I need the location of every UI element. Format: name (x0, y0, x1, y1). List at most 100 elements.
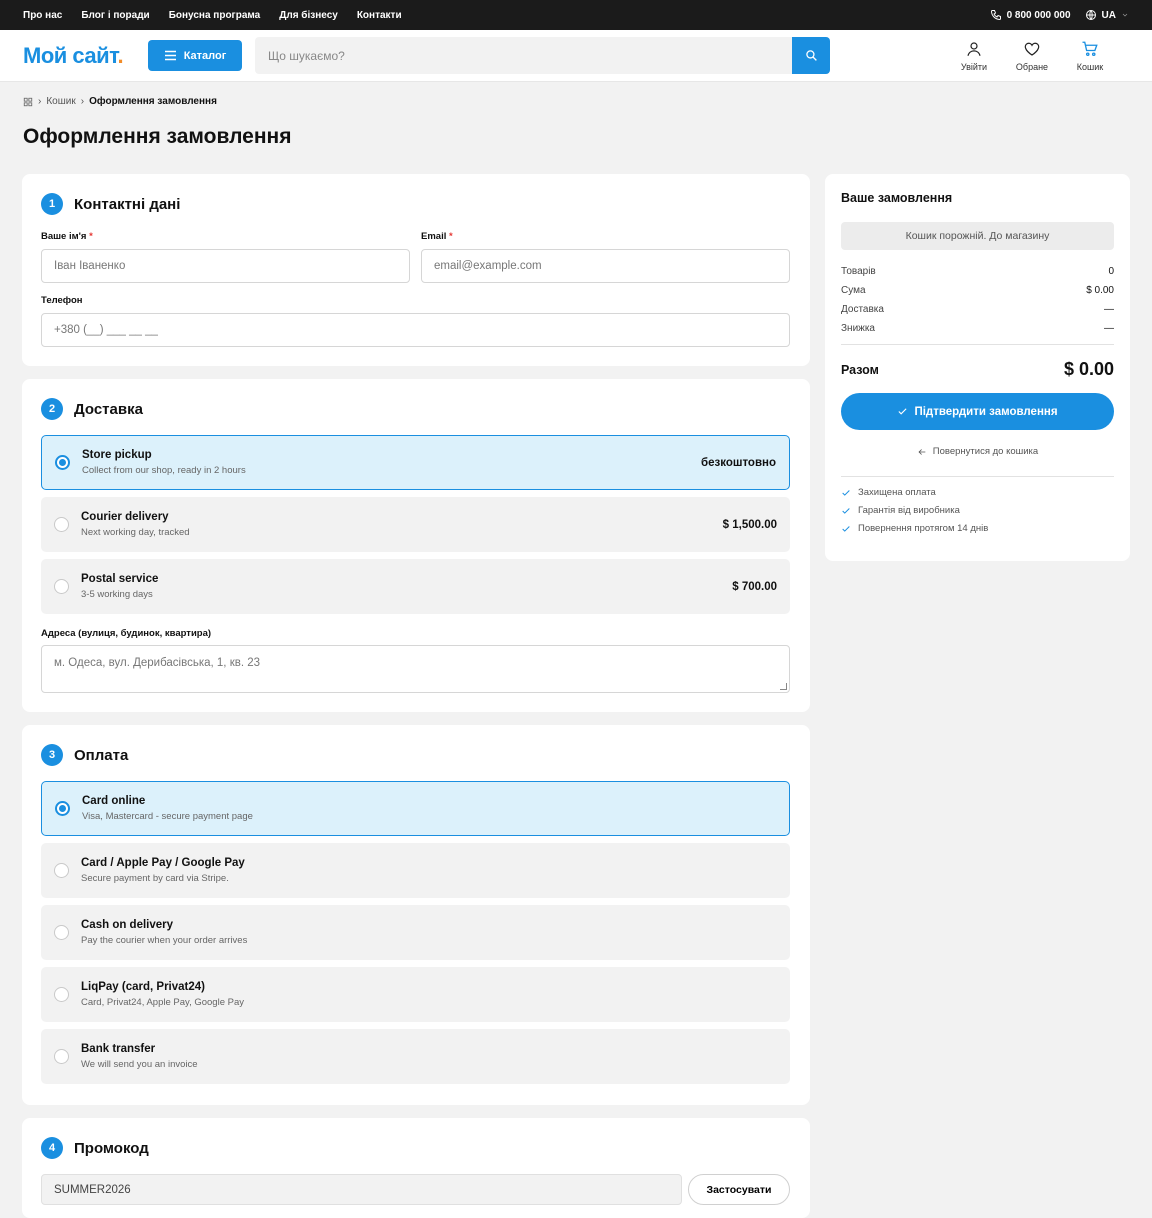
cart-label: Кошик (1076, 61, 1104, 72)
email-label: Email * (421, 231, 453, 242)
top-links: Про нас Блог і поради Бонусна програма Д… (23, 10, 402, 21)
option-subtitle: We will send you an invoice (81, 1059, 198, 1070)
empty-cart-link[interactable]: Кошик порожній. До магазину (841, 222, 1114, 250)
back-label: Повернутися до кошика (932, 446, 1039, 457)
radio[interactable] (54, 517, 69, 532)
top-bar: Про нас Блог і поради Бонусна програма Д… (0, 0, 1152, 30)
check-icon (842, 489, 850, 496)
catalog-label: Каталог (183, 49, 227, 62)
login-button[interactable]: Увійти (945, 40, 1003, 72)
option-title: Card / Apple Pay / Google Pay (81, 857, 245, 869)
option-price: безкоштовно (701, 456, 776, 469)
language-code: UA (1101, 9, 1116, 21)
payment-option-card-online[interactable]: Card online Visa, Mastercard - secure pay… (41, 781, 790, 836)
phone-label: Телефон (41, 295, 83, 306)
summary-row-items: Товарів 0 (841, 266, 1114, 277)
payment-option-liqpay[interactable]: LiqPay (card, Privat24) Card, Privat24, A… (41, 967, 790, 1022)
summary-title: Ваше замовлення (841, 191, 953, 205)
search-button[interactable] (792, 37, 830, 74)
back-to-cart-link[interactable]: Повернутися до кошика (841, 446, 1114, 457)
apply-promo-button[interactable]: Застосувати (688, 1174, 790, 1205)
top-link-contacts[interactable]: Контакти (357, 10, 402, 21)
address-label: Адреса (вулиця, будинок, квартира) (41, 628, 212, 639)
summary-row-delivery: Доставка — (841, 304, 1114, 315)
top-link-about[interactable]: Про нас (23, 10, 62, 21)
radio[interactable] (54, 925, 69, 940)
radio[interactable] (54, 987, 69, 1002)
breadcrumb: › Кошик › Оформлення замовлення (23, 96, 217, 107)
option-subtitle: Visa, Mastercard - secure payment page (82, 811, 253, 822)
logo-text: Мой сайт (23, 42, 118, 68)
login-label: Увійти (960, 61, 988, 72)
logo[interactable]: Мой сайт. (23, 43, 148, 69)
radio[interactable] (54, 863, 69, 878)
payment-option-cash[interactable]: Cash on delivery Pay the courier when you… (41, 905, 790, 960)
grid-icon[interactable] (23, 97, 33, 107)
name-label: Ваше ім'я * (41, 231, 93, 242)
chevron-down-icon (1122, 13, 1128, 17)
header: Мой сайт. Каталог Увійти Обране Кошик (0, 30, 1152, 82)
top-link-blog[interactable]: Блог і поради (81, 10, 149, 21)
option-title: LiqPay (card, Privat24) (81, 981, 205, 993)
section-title: Контактні дані (74, 195, 181, 213)
phone-link[interactable]: 0 800 000 000 (990, 9, 1071, 21)
name-field[interactable]: Іван Іваненко (41, 249, 410, 283)
guarantee-item: Повернення протягом 14 днів (841, 523, 1114, 534)
section-title: Доставка (74, 400, 143, 418)
delivery-option-pickup[interactable]: Store pickup Collect from our shop, ready… (41, 435, 790, 490)
wishlist-label: Обране (1015, 61, 1049, 72)
step-number: 3 (41, 744, 63, 766)
wishlist-button[interactable]: Обране (1003, 40, 1061, 72)
search-input[interactable] (255, 37, 792, 74)
user-icon (967, 41, 981, 56)
payment-option-stripe[interactable]: Card / Apple Pay / Google Pay Secure paym… (41, 843, 790, 898)
resize-handle[interactable] (780, 683, 787, 690)
page-title: Оформлення замовлення (23, 125, 292, 148)
delivery-header: 2 Доставка (41, 398, 143, 420)
language-selector[interactable]: UA (1085, 9, 1129, 21)
radio[interactable] (54, 579, 69, 594)
promo-header: 4 Промокод (41, 1137, 149, 1159)
summary-row-discount: Знижка — (841, 323, 1114, 334)
top-link-business[interactable]: Для бізнесу (279, 10, 338, 21)
step-number: 4 (41, 1137, 63, 1159)
top-link-bonus[interactable]: Бонусна програма (169, 10, 261, 21)
address-field[interactable]: м. Одеса, вул. Дерибасівська, 1, кв. 23 (41, 645, 790, 693)
option-subtitle: Secure payment by card via Stripe. (81, 873, 229, 884)
breadcrumb-current: Оформлення замовлення (89, 96, 217, 107)
globe-icon (1085, 10, 1096, 20)
option-subtitle: 3-5 working days (81, 589, 153, 600)
breadcrumb-cart[interactable]: Кошик (46, 96, 75, 107)
radio[interactable] (54, 1049, 69, 1064)
logo-dot: . (117, 42, 124, 68)
breadcrumb-separator: › (38, 96, 42, 107)
divider (841, 344, 1114, 345)
promo-input[interactable]: SUMMER2026 (41, 1174, 682, 1205)
payment-option-bank[interactable]: Bank transfer We will send you an invoice (41, 1029, 790, 1084)
option-price: $ 700.00 (732, 580, 777, 593)
order-summary: Ваше замовлення Кошик порожній. До магаз… (825, 174, 1130, 561)
radio-selected[interactable] (55, 455, 70, 470)
step-number: 1 (41, 193, 63, 215)
menu-icon (164, 50, 176, 61)
guarantee-item: Захищена оплата (841, 487, 1114, 498)
divider (841, 476, 1114, 477)
heart-icon (1024, 42, 1040, 56)
delivery-option-courier[interactable]: Courier delivery Next working day, tracke… (41, 497, 790, 552)
radio-selected[interactable] (55, 801, 70, 816)
option-title: Cash on delivery (81, 919, 174, 931)
phone-field[interactable]: +380 (__) ___ __ __ (41, 313, 790, 347)
cart-icon (1082, 41, 1098, 56)
cart-button[interactable]: Кошик (1061, 40, 1119, 72)
confirm-order-button[interactable]: Підтвердити замовлення (841, 393, 1114, 430)
catalog-button[interactable]: Каталог (148, 40, 242, 71)
contact-header: 1 Контактні дані (41, 193, 180, 215)
delivery-option-postal[interactable]: Postal service 3-5 working days $ 700.00 (41, 559, 790, 614)
phone-icon (990, 10, 1001, 21)
section-title: Оплата (74, 746, 129, 764)
email-field[interactable]: email@example.com (421, 249, 790, 283)
check-icon (842, 525, 850, 532)
payment-section: 3 Оплата Card online Visa, Mastercard - s… (22, 725, 810, 1105)
search-icon (805, 50, 817, 61)
step-number: 2 (41, 398, 63, 420)
